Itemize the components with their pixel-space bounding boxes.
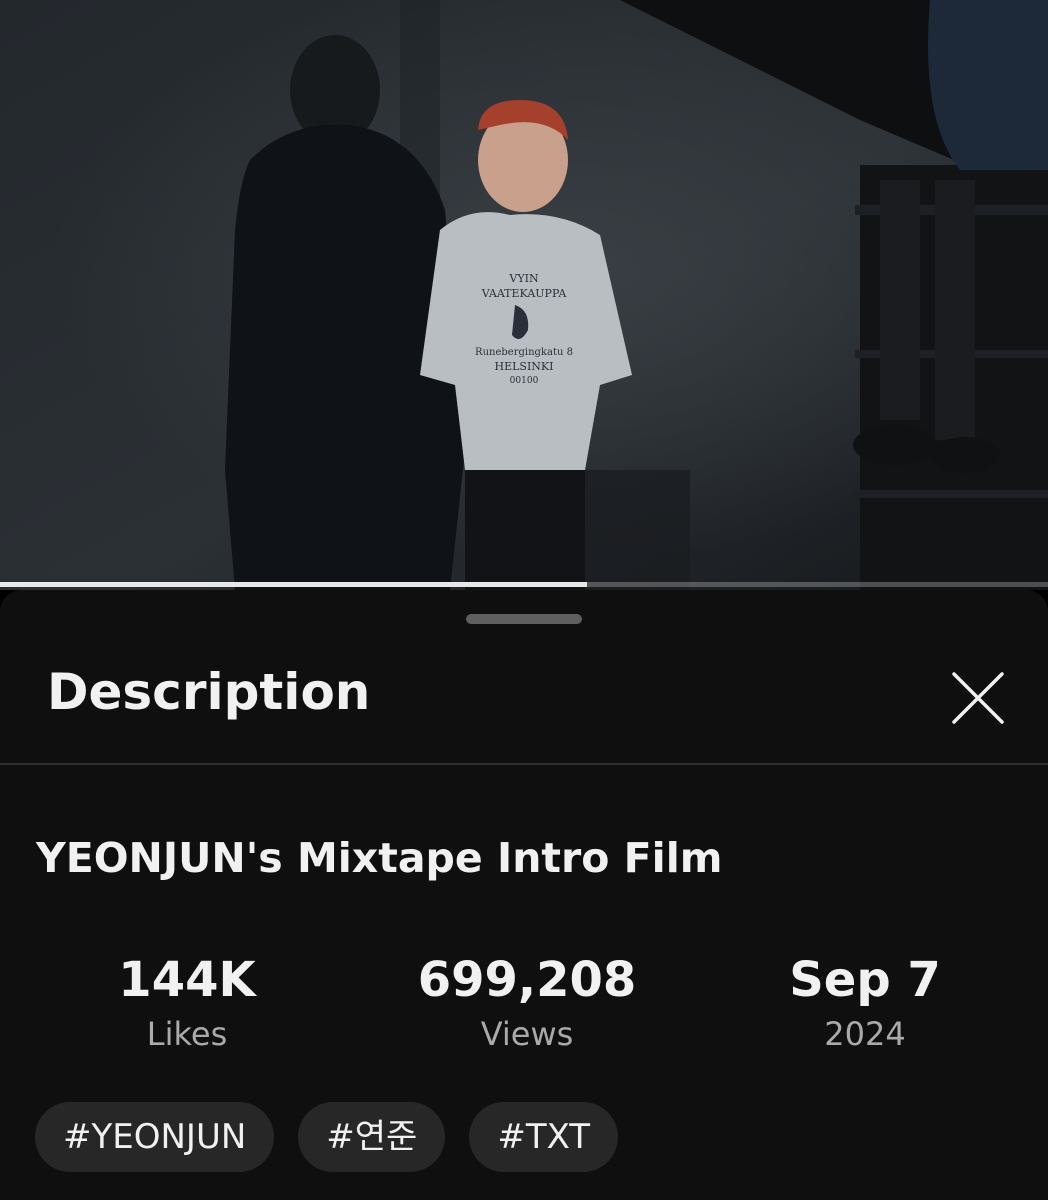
stats-row: 144K Likes 699,208 Views Sep 7 2024 (0, 950, 1048, 1070)
views-stat: 699,208 Views (377, 950, 677, 1056)
date-stat: Sep 7 2024 (715, 950, 1015, 1056)
divider (0, 763, 1048, 765)
views-count: 699,208 (417, 952, 637, 1008)
svg-text:00100: 00100 (510, 376, 539, 386)
video-frame-image: VYIN VAATEKAUPPA Runebergingkatu 8 HELSI… (0, 0, 1048, 590)
description-sheet: Description YEONJUN's Mixtape Intro Film… (0, 590, 1048, 1200)
svg-text:Runebergingkatu 8: Runebergingkatu 8 (475, 347, 573, 358)
publish-year: 2024 (824, 1015, 906, 1053)
hashtag-chip[interactable]: #YEONJUN (35, 1102, 275, 1172)
svg-text:HELSINKI: HELSINKI (495, 360, 554, 373)
hashtag-chip[interactable]: #연준 (298, 1102, 446, 1172)
sheet-title: Description (47, 663, 371, 721)
svg-text:VAATEKAUPPA: VAATEKAUPPA (481, 287, 568, 300)
close-button[interactable] (946, 666, 1010, 730)
likes-count: 144K (118, 952, 256, 1008)
close-icon (952, 672, 1004, 724)
video-progress-bar[interactable] (0, 582, 1048, 587)
drag-handle[interactable] (466, 614, 582, 624)
hashtag-chip[interactable]: #TXT (469, 1102, 619, 1172)
views-label: Views (480, 1015, 574, 1053)
publish-date: Sep 7 (789, 952, 941, 1008)
likes-label: Likes (146, 1015, 228, 1053)
video-player[interactable]: VYIN VAATEKAUPPA Runebergingkatu 8 HELSI… (0, 0, 1048, 590)
tshirt-print: VYIN (508, 272, 539, 285)
video-title: YEONJUN's Mixtape Intro Film (36, 834, 723, 882)
video-progress-fill (0, 582, 587, 587)
hashtag-list: #YEONJUN #연준 #TXT (35, 1102, 619, 1172)
likes-stat: 144K Likes (37, 950, 337, 1056)
